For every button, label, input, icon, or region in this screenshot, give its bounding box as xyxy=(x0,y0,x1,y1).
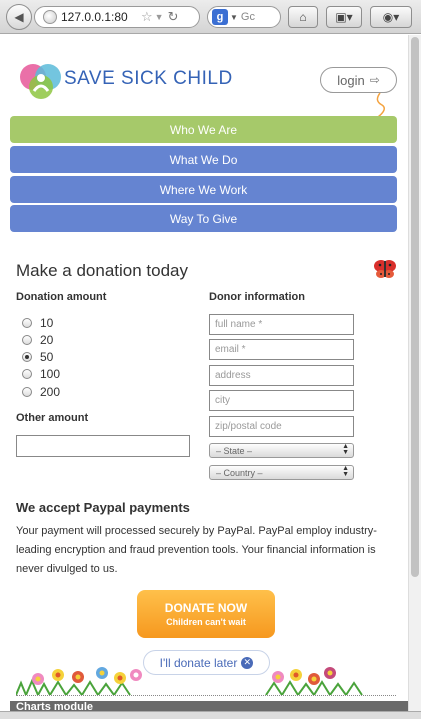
state-select[interactable]: – State – ▲ ▼ xyxy=(209,443,354,458)
radio-button[interactable] xyxy=(22,369,32,379)
city-field[interactable]: city xyxy=(209,390,354,411)
donor-information-label: Donor information xyxy=(209,291,305,303)
search-bar[interactable]: g ▼ Gc xyxy=(207,6,281,28)
select-arrows-icon: ▲ ▼ xyxy=(342,465,349,478)
home-icon: ⌂ xyxy=(299,10,307,24)
chevron-down-icon[interactable]: ▼ xyxy=(230,13,238,22)
radio-button-selected[interactable] xyxy=(22,352,32,362)
address-bar[interactable]: 127.0.0.1:80 ☆ ▼ ↻ xyxy=(34,6,200,28)
logo-text: SAVE SICK CHILD xyxy=(64,68,233,89)
donate-now-label: DONATE NOW xyxy=(164,601,248,615)
ladybug-icon xyxy=(374,260,396,278)
state-select-value: – State – xyxy=(216,445,253,456)
select-arrows-icon: ▲ ▼ xyxy=(342,443,349,456)
zip-field[interactable]: zip/postal code xyxy=(209,416,354,437)
search-input-text: Gc xyxy=(240,11,255,23)
nav-way-to-give[interactable]: Way To Give xyxy=(10,205,397,232)
page: SAVE SICK CHILD login ⇨ Who We Are What … xyxy=(0,35,408,719)
logo-icon xyxy=(20,64,61,99)
nav-what-we-do[interactable]: What We Do xyxy=(10,146,397,173)
amount-option-20[interactable]: 20 xyxy=(22,333,53,347)
globe-icon xyxy=(43,10,57,24)
amount-option-100[interactable]: 100 xyxy=(22,367,60,381)
email-field[interactable]: email * xyxy=(209,339,354,360)
amount-value: 100 xyxy=(40,367,61,381)
home-button[interactable]: ⌂ xyxy=(288,6,318,28)
bookmark-star-icon[interactable]: ☆ xyxy=(141,9,153,25)
donate-later-button[interactable]: I'll donate later ✕ xyxy=(143,650,270,675)
bookmarks-button[interactable]: ▣▾ xyxy=(326,6,362,28)
extension-button[interactable]: ◉▾ xyxy=(370,6,412,28)
donation-amount-label: Donation amount xyxy=(16,291,107,303)
browser-toolbar: ◀ 127.0.0.1:80 ☆ ▼ ↻ g ▼ Gc ⌂ ▣▾ ◉▾ xyxy=(0,0,421,34)
full-name-field[interactable]: full name * xyxy=(209,314,354,335)
country-select-value: – Country – xyxy=(216,467,263,478)
balloon-string-icon xyxy=(376,93,385,117)
radio-button[interactable] xyxy=(22,318,32,328)
divider xyxy=(16,695,396,696)
amount-value: 10 xyxy=(40,316,54,330)
extension-icon: ◉▾ xyxy=(382,10,400,24)
paypal-heading: We accept Paypal payments xyxy=(16,500,190,515)
amount-option-50[interactable]: 50 xyxy=(22,350,53,364)
status-bar xyxy=(0,711,421,719)
donation-title: Make a donation today xyxy=(16,261,189,280)
other-amount-label: Other amount xyxy=(16,412,89,424)
donate-subtitle: Children can't wait xyxy=(166,617,246,627)
amount-value: 50 xyxy=(40,350,54,364)
donate-now-button[interactable]: DONATE NOW Children can't wait xyxy=(137,590,275,638)
close-icon[interactable]: ✕ xyxy=(241,656,254,669)
radio-button[interactable] xyxy=(22,335,32,345)
amount-option-200[interactable]: 200 xyxy=(22,385,60,399)
amount-value: 20 xyxy=(40,333,54,347)
radio-button[interactable] xyxy=(22,387,32,397)
google-icon[interactable]: g xyxy=(212,9,228,25)
bookmarks-icon: ▣▾ xyxy=(335,10,353,24)
back-button[interactable]: ◀ xyxy=(6,4,32,30)
back-arrow-icon: ◀ xyxy=(14,10,24,24)
scrollbar-thumb[interactable] xyxy=(411,37,419,577)
url-text: 127.0.0.1:80 xyxy=(61,10,128,24)
nav-who-we-are[interactable]: Who We Are xyxy=(10,116,397,143)
login-icon: ⇨ xyxy=(369,73,380,87)
donate-later-label: I'll donate later xyxy=(159,655,238,670)
reload-icon[interactable]: ↻ xyxy=(168,9,179,25)
country-select[interactable]: – Country – ▲ ▼ xyxy=(209,465,354,480)
vertical-scrollbar[interactable] xyxy=(408,35,421,711)
amount-option-10[interactable]: 10 xyxy=(22,316,53,330)
chevron-down-icon[interactable]: ▼ xyxy=(155,12,164,22)
nav-where-we-work[interactable]: Where We Work xyxy=(10,176,397,203)
paypal-text: Your payment will processed securely by … xyxy=(16,525,377,575)
login-button[interactable]: login ⇨ xyxy=(320,67,397,93)
address-field[interactable]: address xyxy=(209,365,354,386)
login-label: login xyxy=(337,72,365,88)
other-amount-input[interactable] xyxy=(16,435,190,457)
amount-value: 200 xyxy=(40,385,61,399)
